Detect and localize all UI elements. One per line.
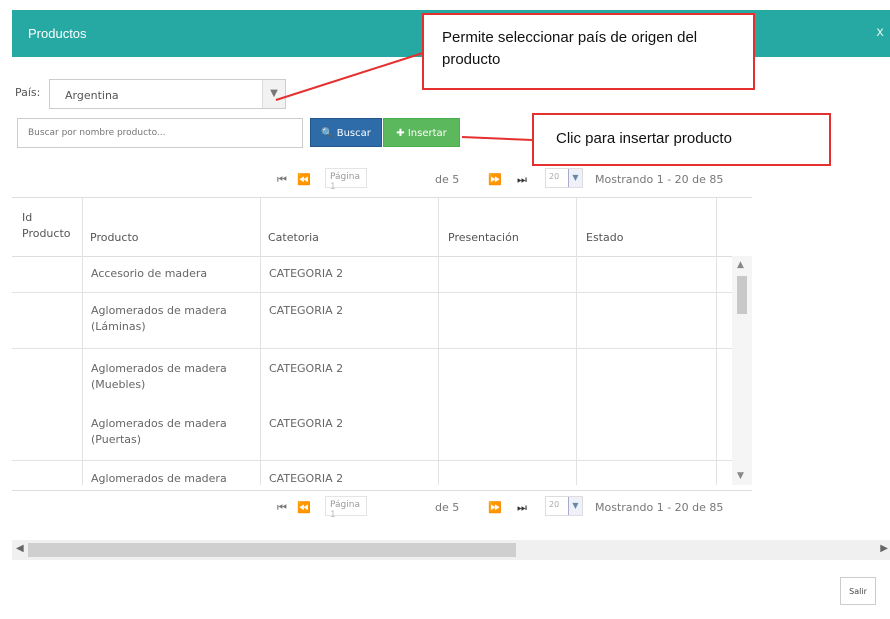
country-callout: Permite seleccionar país de origen del p… [422,13,755,90]
insert-callout-text: Clic para insertar producto [556,130,732,147]
insert-callout: Clic para insertar producto [532,113,831,166]
country-callout-text: Permite seleccionar país de origen del p… [442,29,698,68]
callout-arrows [275,51,533,141]
